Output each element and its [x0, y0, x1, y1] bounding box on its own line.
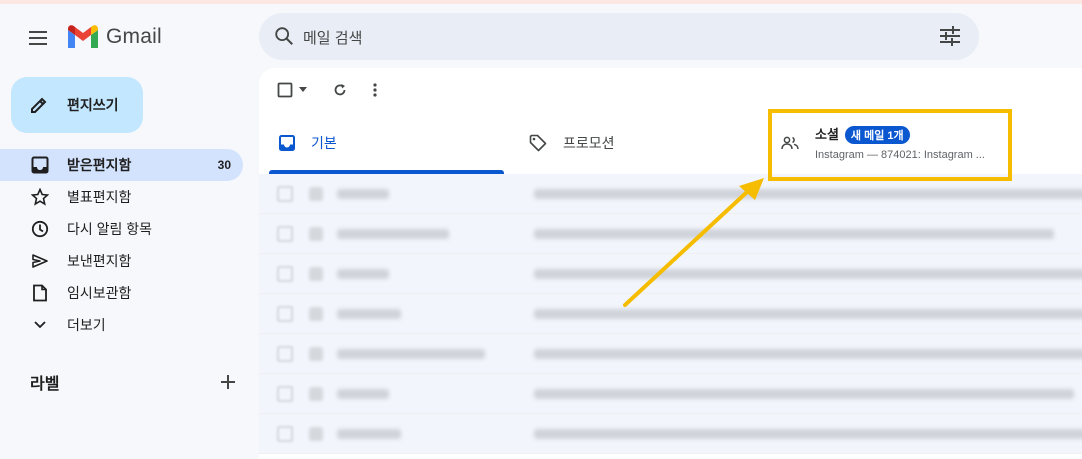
more-vert-icon	[373, 83, 377, 97]
row-star-icon[interactable]	[309, 387, 323, 401]
more-options-button[interactable]	[373, 83, 377, 97]
row-checkbox[interactable]	[277, 386, 293, 402]
hamburger-icon	[29, 31, 47, 45]
pencil-icon	[31, 97, 47, 113]
row-star-icon[interactable]	[309, 267, 323, 281]
draft-icon	[30, 283, 50, 303]
row-star-icon[interactable]	[309, 307, 323, 321]
row-checkbox[interactable]	[277, 346, 293, 362]
compose-button[interactable]: 편지쓰기	[11, 77, 143, 133]
sidebar-item-label: 더보기	[67, 317, 106, 333]
sidebar-item-inbox[interactable]: 받은편지함 30	[0, 149, 243, 181]
row-subject-blurred	[534, 429, 1082, 439]
select-dropdown-button[interactable]	[299, 87, 307, 93]
checkbox-icon	[277, 82, 293, 98]
sidebar-item-label: 다시 알림 항목	[67, 221, 153, 237]
email-row[interactable]	[259, 294, 1082, 334]
refresh-button[interactable]	[333, 83, 347, 97]
star-icon	[30, 187, 50, 207]
mail-toolbar	[277, 82, 377, 98]
row-subject-blurred	[534, 189, 1082, 199]
email-list	[259, 174, 1082, 454]
row-star-icon[interactable]	[309, 427, 323, 441]
sidebar-item-more[interactable]: 더보기	[0, 309, 243, 341]
inbox-tab-icon	[279, 135, 295, 151]
email-row[interactable]	[259, 414, 1082, 454]
search-input[interactable]: 메일 검색	[303, 27, 362, 48]
select-all-checkbox[interactable]	[277, 82, 293, 98]
sidebar-item-label: 별표편지함	[67, 189, 132, 205]
sidebar-item-label: 받은편지함	[67, 157, 132, 173]
row-star-icon[interactable]	[309, 227, 323, 241]
row-star-icon[interactable]	[309, 187, 323, 201]
email-row[interactable]	[259, 334, 1082, 374]
clock-icon	[30, 219, 50, 239]
add-label-icon[interactable]	[220, 374, 236, 390]
send-icon	[30, 251, 50, 271]
sidebar-nav: 받은편지함 30 별표편지함 다시 알림 항목 보낸편지함 임시보관함 더보기	[0, 149, 256, 341]
tab-label: 프로모션	[563, 135, 615, 151]
email-row[interactable]	[259, 214, 1082, 254]
row-checkbox[interactable]	[277, 306, 293, 322]
row-star-icon[interactable]	[309, 347, 323, 361]
row-checkbox[interactable]	[277, 426, 293, 442]
tab-promotions[interactable]: 프로모션	[529, 112, 769, 174]
top-strip	[0, 0, 1082, 4]
caret-down-icon	[299, 87, 307, 92]
main-menu-button[interactable]	[24, 24, 52, 52]
row-checkbox[interactable]	[277, 226, 293, 242]
sidebar-item-snoozed[interactable]: 다시 알림 항목	[0, 213, 243, 245]
app-name: Gmail	[106, 25, 162, 48]
tab-label: 기본	[311, 135, 337, 151]
labels-section: 라벨	[30, 370, 236, 394]
row-subject-blurred	[534, 349, 1082, 359]
row-sender-blurred	[337, 189, 389, 199]
unread-count: 30	[217, 158, 231, 172]
row-subject-blurred	[534, 229, 1054, 239]
row-sender-blurred	[337, 389, 389, 399]
row-subject-blurred	[534, 309, 1082, 319]
gmail-m-icon	[68, 25, 98, 48]
search-options-icon[interactable]	[939, 26, 961, 46]
labels-title: 라벨	[30, 376, 60, 393]
search-bar[interactable]: 메일 검색	[259, 13, 979, 60]
sidebar-item-label: 보낸편지함	[67, 253, 132, 269]
chevron-down-icon	[30, 315, 50, 335]
highlight-box	[768, 109, 1012, 181]
gmail-logo[interactable]: Gmail	[66, 24, 162, 50]
row-checkbox[interactable]	[277, 186, 293, 202]
row-sender-blurred	[337, 269, 389, 279]
sidebar-item-drafts[interactable]: 임시보관함	[0, 277, 243, 309]
email-row[interactable]	[259, 374, 1082, 414]
row-checkbox[interactable]	[277, 266, 293, 282]
compose-label: 편지쓰기	[67, 97, 119, 113]
row-subject-blurred	[534, 389, 1074, 399]
sidebar-item-sent[interactable]: 보낸편지함	[0, 245, 243, 277]
inbox-icon	[30, 155, 50, 175]
tag-icon	[529, 134, 547, 152]
row-subject-blurred	[534, 269, 1082, 279]
row-sender-blurred	[337, 429, 401, 439]
sidebar-item-label: 임시보관함	[67, 285, 132, 301]
search-icon[interactable]	[273, 25, 295, 47]
sidebar-item-starred[interactable]: 별표편지함	[0, 181, 243, 213]
email-row[interactable]	[259, 254, 1082, 294]
row-sender-blurred	[337, 229, 449, 239]
tab-primary[interactable]: 기본	[259, 112, 514, 174]
row-sender-blurred	[337, 349, 485, 359]
refresh-icon	[334, 84, 346, 96]
row-sender-blurred	[337, 309, 401, 319]
